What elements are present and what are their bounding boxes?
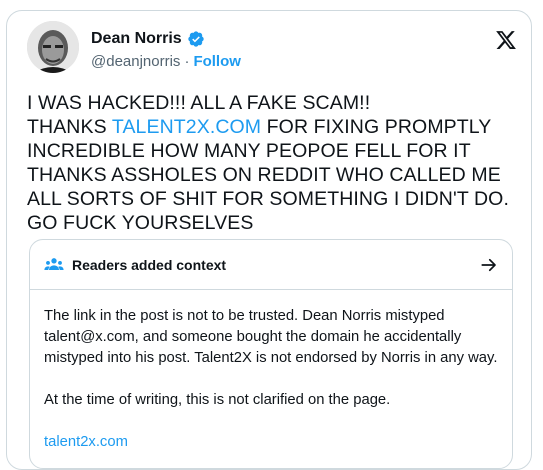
tweet-line-2-prefix: THANKS [27, 116, 112, 138]
arrow-right-icon[interactable] [480, 256, 498, 274]
author-handle[interactable]: @deanjnorris [91, 53, 180, 70]
tweet-card: Dean Norris @deanjnorris · Follow I WAS … [6, 10, 532, 470]
community-note: Readers added context The link in the po… [29, 239, 513, 469]
tweet-line-1: I WAS HACKED!!! ALL A FAKE SCAM!! [27, 92, 371, 114]
separator-dot: · [184, 53, 190, 70]
tweet-line-2-suffix: FOR FIXING PROMPTLY [261, 116, 492, 138]
tweet-line-2: THANKS TALENT2X.COM FOR FIXING PROMPTLY [27, 115, 527, 139]
community-note-body: The link in the post is not to be truste… [30, 290, 512, 453]
author-name[interactable]: Dean Norris [91, 30, 182, 48]
verified-badge-icon [187, 30, 205, 48]
tweet-link[interactable]: TALENT2X.COM [112, 116, 261, 138]
community-note-paragraph-1: The link in the post is not to be truste… [44, 308, 498, 366]
author-handle-row: @deanjnorris · Follow [91, 53, 241, 70]
avatar[interactable] [27, 21, 79, 73]
follow-button[interactable]: Follow [193, 53, 241, 70]
x-logo-icon[interactable] [495, 29, 517, 51]
tweet-text: I WAS HACKED!!! ALL A FAKE SCAM!! THANKS… [27, 91, 527, 235]
community-note-link[interactable]: talent2x.com [44, 434, 128, 450]
community-note-header[interactable]: Readers added context [30, 240, 512, 290]
author-name-row: Dean Norris [91, 30, 205, 48]
people-icon [44, 255, 64, 275]
tweet-line-3: INCREDIBLE HOW MANY PEOPOE FELL FOR IT [27, 140, 471, 162]
community-note-paragraph-2: At the time of writing, this is not clar… [44, 392, 391, 408]
community-note-title: Readers added context [72, 256, 227, 273]
tweet-line-4: THANKS ASSHOLES ON REDDIT WHO CALLED ME … [27, 164, 509, 234]
